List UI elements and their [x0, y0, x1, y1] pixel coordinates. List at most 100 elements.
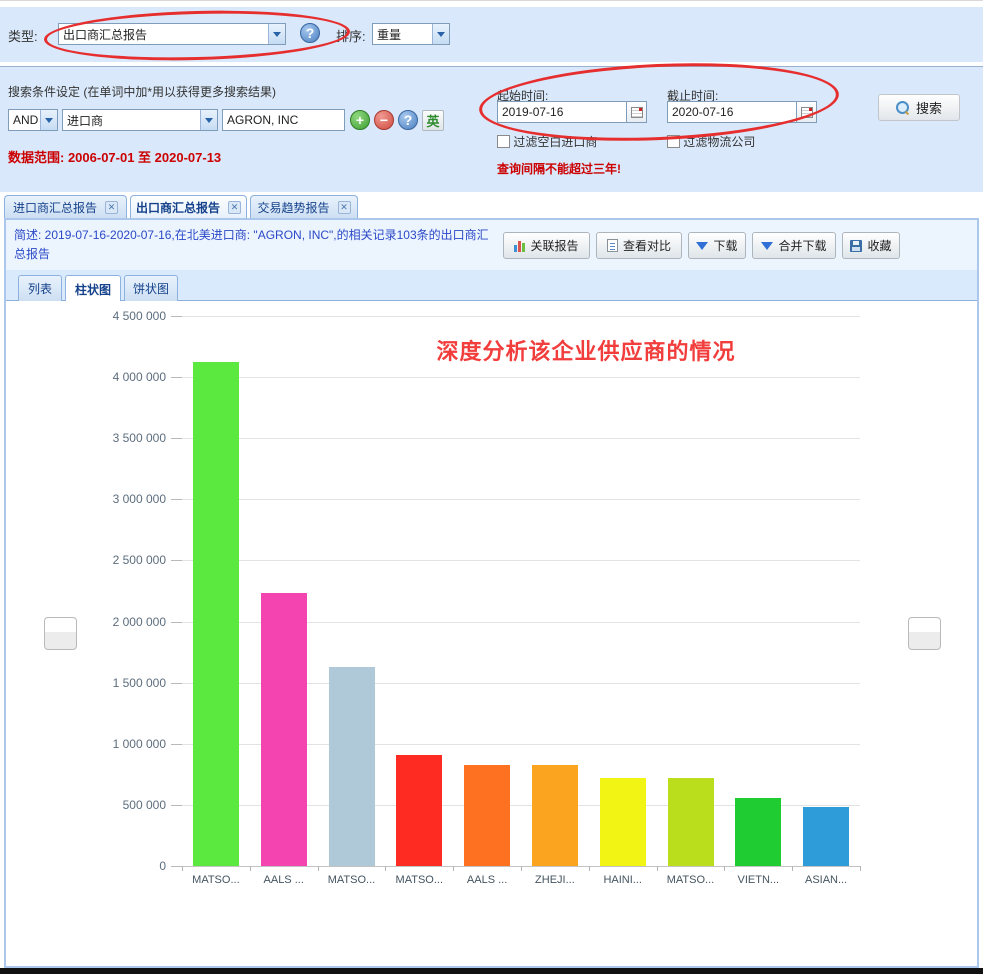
- x-axis-label: ZHEJI...: [521, 874, 589, 886]
- bar-3[interactable]: [329, 667, 375, 866]
- view-comparison-label: 查看对比: [623, 237, 671, 254]
- filter-logistics-checkbox[interactable]: [667, 135, 680, 148]
- end-date-input[interactable]: [667, 101, 797, 123]
- y-axis-tick-label: 4 500 000: [36, 309, 166, 323]
- search-icon: [896, 101, 909, 114]
- tab-exporter-summary-report[interactable]: 出口商汇总报告 ✕: [130, 195, 247, 219]
- search-field-value: 进口商: [63, 112, 200, 129]
- x-axis-label: MATSO...: [385, 874, 453, 886]
- help-icon[interactable]: ?: [300, 23, 320, 43]
- bar-8[interactable]: [668, 778, 714, 866]
- tab-label: 交易趋势报告: [257, 199, 329, 216]
- sort-select-value: 重量: [373, 26, 432, 43]
- chevron-down-icon[interactable]: [200, 110, 217, 130]
- bar-chart: 深度分析该企业供应商的情况 0500 0001 000 0001 500 000…: [6, 301, 977, 966]
- type-select[interactable]: 出口商汇总报告: [58, 23, 286, 45]
- related-reports-button[interactable]: 关联报告: [503, 232, 590, 259]
- filter-logistics-option: 过滤物流公司: [667, 133, 755, 150]
- view-switch-tabs: 列表 柱状图 饼状图: [6, 270, 977, 301]
- remove-condition-icon[interactable]: −: [374, 110, 394, 130]
- x-axis-label: HAINI...: [589, 874, 657, 886]
- gridline: [182, 560, 860, 561]
- subtab-pie-chart-view[interactable]: 饼状图: [124, 275, 178, 301]
- help-icon[interactable]: ?: [398, 110, 418, 130]
- gridline: [182, 499, 860, 500]
- scroll-right-button[interactable]: [908, 617, 941, 650]
- x-axis-tick: [521, 866, 522, 871]
- chevron-down-icon[interactable]: [40, 110, 57, 130]
- favorite-button[interactable]: 收藏: [842, 232, 900, 259]
- subtab-label: 柱状图: [75, 281, 111, 298]
- add-condition-icon[interactable]: +: [350, 110, 370, 130]
- filter-logistics-label: 过滤物流公司: [683, 135, 755, 149]
- type-label: 类型:: [8, 26, 38, 45]
- search-field-select[interactable]: 进口商: [62, 109, 218, 131]
- sort-label: 排序:: [336, 26, 366, 45]
- view-comparison-button[interactable]: 查看对比: [596, 232, 682, 259]
- merge-download-button[interactable]: 合并下载: [752, 232, 836, 259]
- subtab-label: 饼状图: [133, 280, 169, 297]
- save-disk-icon: [850, 240, 862, 252]
- y-axis-labels: 0500 0001 000 0001 500 0002 000 0002 500…: [36, 316, 166, 866]
- y-axis-tick-label: 2 500 000: [36, 553, 166, 567]
- boolean-operator-select[interactable]: AND: [8, 109, 58, 131]
- keyword-input[interactable]: [222, 109, 345, 131]
- type-select-value: 出口商汇总报告: [59, 26, 268, 43]
- bar-1[interactable]: [193, 362, 239, 866]
- subtab-list-view[interactable]: 列表: [18, 275, 62, 301]
- bar-7[interactable]: [600, 778, 646, 866]
- data-range-text: 数据范围: 2006-07-01 至 2020-07-13: [8, 147, 221, 166]
- close-icon[interactable]: ✕: [338, 201, 351, 214]
- start-date-input[interactable]: [497, 101, 627, 123]
- english-toggle-button[interactable]: 英: [422, 110, 444, 131]
- y-axis-tick-label: 0: [36, 859, 166, 873]
- download-arrow-icon: [761, 242, 773, 250]
- gridline: [182, 377, 860, 378]
- tab-importer-summary-report[interactable]: 进口商汇总报告 ✕: [4, 195, 127, 218]
- search-button-label: 搜索: [916, 98, 942, 117]
- x-axis-label: AALS ...: [453, 874, 521, 886]
- bar-2[interactable]: [261, 593, 307, 866]
- chevron-down-icon[interactable]: [268, 24, 285, 44]
- download-label: 下载: [713, 237, 737, 254]
- sort-select[interactable]: 重量: [372, 23, 450, 45]
- trade-report-app: 类型: 出口商汇总报告 ? 排序: 重量 搜索条件设定 (在单词中加*用以获得更…: [0, 0, 983, 974]
- chart-plot-area: MATSO...AALS ...MATSO...MATSO...AALS ...…: [182, 316, 860, 866]
- x-axis-tick: [385, 866, 386, 871]
- download-arrow-icon: [696, 242, 708, 250]
- calendar-icon[interactable]: [797, 101, 817, 123]
- boolean-operator-value: AND: [9, 113, 40, 127]
- x-axis-tick: [657, 866, 658, 871]
- download-button[interactable]: 下载: [688, 232, 746, 259]
- end-date-field: [667, 101, 817, 123]
- bar-10[interactable]: [803, 807, 849, 866]
- summary-toolbar: 简述: 2019-07-16-2020-07-16,在北美进口商: "AGRON…: [6, 220, 977, 270]
- close-icon[interactable]: ✕: [228, 201, 241, 214]
- subtab-bar-chart-view[interactable]: 柱状图: [65, 275, 121, 302]
- subtab-label: 列表: [28, 280, 52, 297]
- bottom-edge: [0, 968, 983, 974]
- bar-5[interactable]: [464, 765, 510, 866]
- x-axis-tick: [182, 866, 183, 871]
- calendar-icon[interactable]: [627, 101, 647, 123]
- x-axis-label: MATSO...: [318, 874, 386, 886]
- search-panel: 搜索条件设定 (在单词中加*用以获得更多搜索结果) AND 进口商 + − ? …: [0, 67, 983, 192]
- x-axis-tick: [724, 866, 725, 871]
- top-divider: [0, 0, 983, 1]
- gridline: [182, 316, 860, 317]
- x-axis-tick: [860, 866, 861, 871]
- bar-4[interactable]: [396, 755, 442, 866]
- bar-9[interactable]: [735, 798, 781, 866]
- x-axis-label: ASIAN...: [792, 874, 860, 886]
- chevron-down-icon[interactable]: [432, 24, 449, 44]
- scroll-left-button[interactable]: [44, 617, 77, 650]
- search-button[interactable]: 搜索: [878, 94, 960, 121]
- search-settings-title: 搜索条件设定 (在单词中加*用以获得更多搜索结果): [8, 83, 276, 100]
- y-axis-tick-label: 3 500 000: [36, 431, 166, 445]
- filter-blank-importer-label: 过滤空白进口商: [513, 135, 597, 149]
- bar-6[interactable]: [532, 765, 578, 866]
- tab-trade-trend-report[interactable]: 交易趋势报告 ✕: [250, 195, 358, 218]
- filter-blank-importer-checkbox[interactable]: [497, 135, 510, 148]
- x-axis-label: AALS ...: [250, 874, 318, 886]
- close-icon[interactable]: ✕: [105, 201, 118, 214]
